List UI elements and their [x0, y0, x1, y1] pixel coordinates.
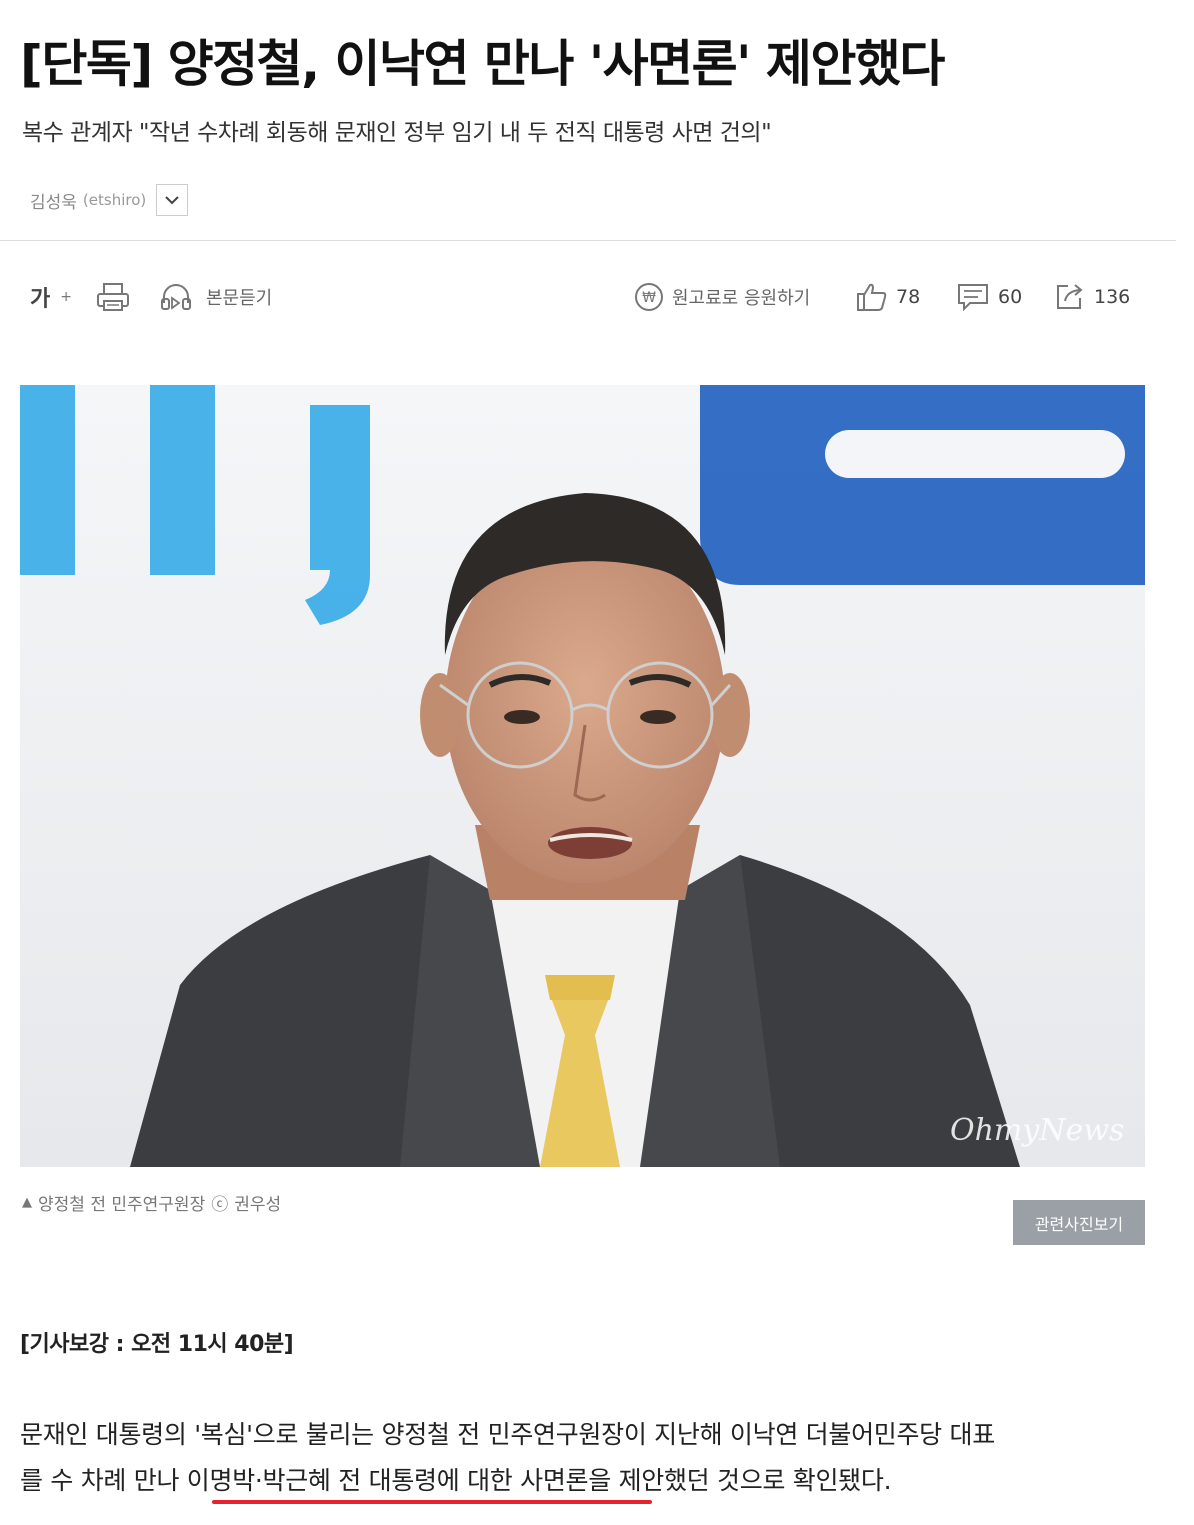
share-button[interactable]: 136 [1054, 272, 1130, 322]
comment-button[interactable]: 60 [956, 272, 1022, 322]
article-toolbar: 가 + 본문듣기 ₩ 원고료로 응원하기 78 60 136 [0, 272, 1194, 322]
donate-button[interactable]: ₩ 원고료로 응원하기 [634, 272, 810, 322]
font-size-label: 가 [30, 287, 51, 312]
caption-text: 양정철 전 민주연구원장 [38, 1195, 206, 1215]
listen-button[interactable]: 본문듣기 [160, 272, 272, 322]
header-divider [0, 240, 1176, 241]
donate-label: 원고료로 응원하기 [672, 288, 811, 309]
won-coin-icon: ₩ [635, 283, 663, 311]
author-dropdown-button[interactable] [156, 184, 189, 216]
paragraph-line-1: 문재인 대통령의 '복심'으로 불리는 양정철 전 민주연구원장이 지난해 이낙… [20, 1420, 995, 1449]
caption-triangle-icon: ▲ [22, 1195, 32, 1210]
comment-icon [958, 284, 988, 312]
portrait-illustration: OhmyNews [20, 385, 1145, 1167]
update-note: [기사보강 : 오전 11시 40분] [20, 1332, 294, 1357]
font-size-button[interactable]: 가 + [30, 272, 72, 322]
copyright-icon: ⓒ [211, 1195, 229, 1215]
photographer-name: 권우성 [234, 1195, 282, 1215]
photo-watermark: OhmyNews [950, 1113, 1124, 1148]
like-button[interactable]: 78 [856, 272, 920, 322]
article-photo[interactable]: OhmyNews [20, 385, 1145, 1167]
article-paragraph: 문재인 대통령의 '복심'으로 불리는 양정철 전 민주연구원장이 지난해 이낙… [20, 1412, 1160, 1504]
photo-caption: ▲ 양정철 전 민주연구원장 ⓒ 권우성 [22, 1190, 281, 1215]
article-subheadline: 복수 관계자 "작년 수차례 회동해 문재인 정부 임기 내 두 전직 대통령 … [22, 120, 772, 146]
paragraph-line-2: 를 수 차례 만나 이명박·박근혜 전 대통령에 대한 사면론을 제안했던 것으… [20, 1466, 892, 1495]
top-breadcrumb-fragment [140, 0, 250, 4]
thumbs-up-icon [857, 283, 887, 311]
headphones-icon [161, 284, 191, 310]
chevron-down-icon [165, 196, 179, 205]
article-headline: [단독] 양정철, 이낙연 만나 '사면론' 제안했다 [20, 35, 945, 93]
share-count: 136 [1094, 286, 1131, 308]
svg-text:₩: ₩ [642, 290, 656, 306]
share-icon [1057, 284, 1083, 309]
author-id: (etshiro) [82, 191, 147, 209]
print-button[interactable] [96, 272, 130, 322]
listen-label: 본문듣기 [206, 288, 273, 309]
related-photos-button[interactable]: 관련사진보기 [1013, 1200, 1145, 1245]
author-name[interactable]: 김성욱 [30, 188, 77, 213]
font-size-plus: + [60, 289, 72, 305]
comment-count: 60 [998, 286, 1023, 308]
like-count: 78 [896, 286, 921, 308]
print-icon [97, 283, 129, 311]
highlight-underline [212, 1500, 652, 1504]
byline: 김성욱 (etshiro) [30, 184, 189, 216]
